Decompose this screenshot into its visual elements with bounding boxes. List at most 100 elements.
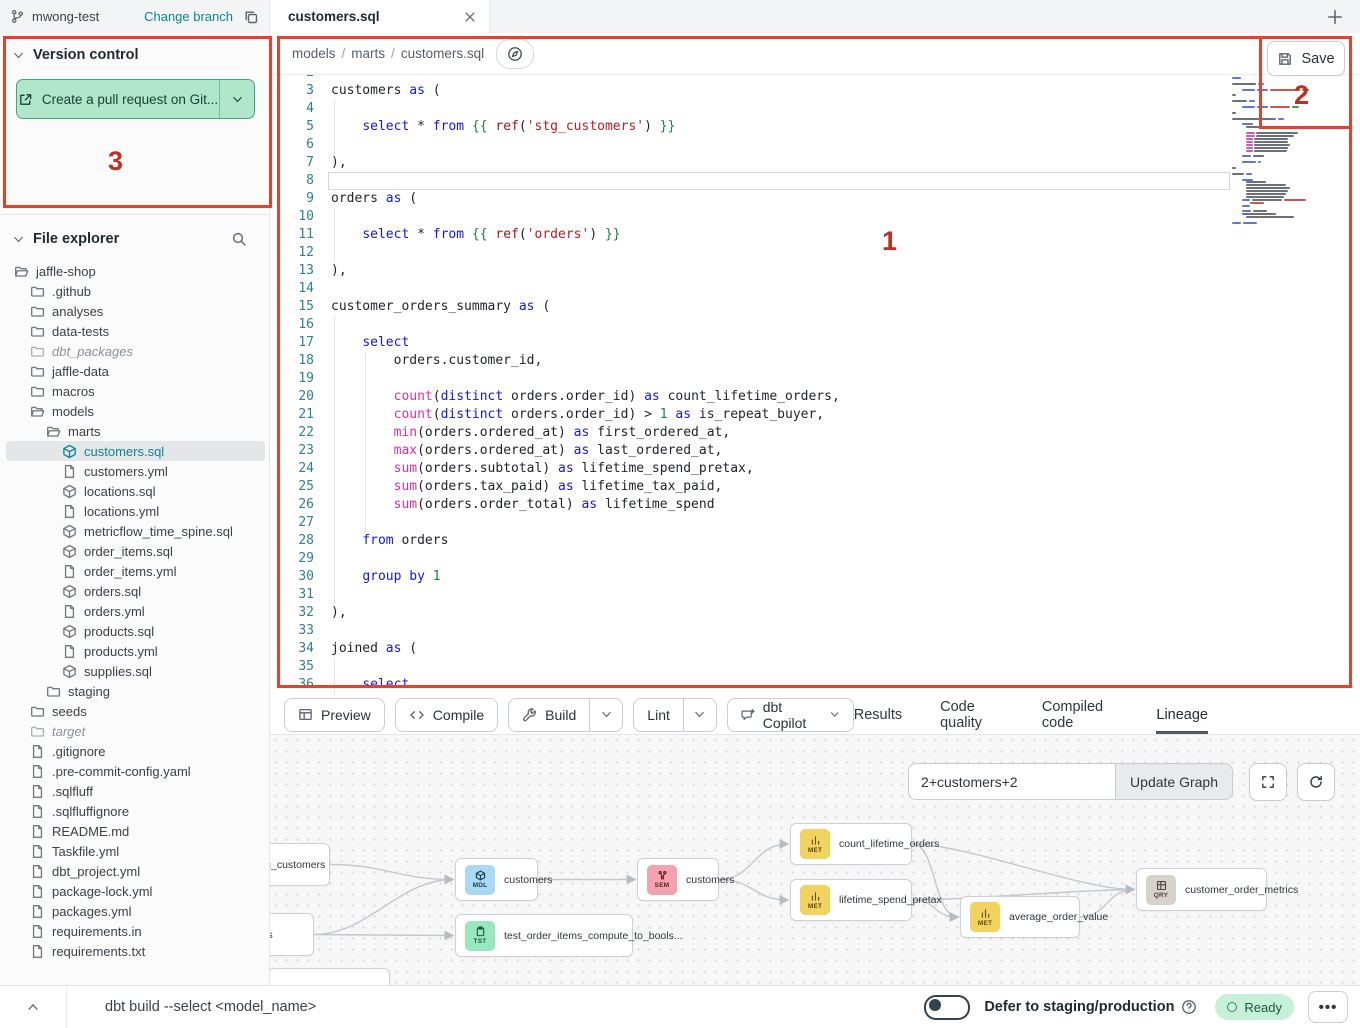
lineage-node-lifetime_spend_pretax[interactable]: METlifetime_spend_pretax (790, 879, 912, 921)
tree-item-staging[interactable]: staging (6, 681, 265, 701)
tree-item-customers.sql[interactable]: customers.sql (6, 441, 265, 461)
fullscreen-button[interactable] (1249, 763, 1287, 801)
update-graph-button[interactable]: Update Graph (1115, 763, 1233, 800)
tree-item-.github[interactable]: .github (6, 281, 265, 301)
tree-item-supplies.sql[interactable]: supplies.sql (6, 661, 265, 681)
tab-customers-sql[interactable]: customers.sql (270, 0, 490, 33)
compile-button[interactable]: Compile (395, 698, 498, 732)
lineage-node-partial_node[interactable] (270, 968, 390, 985)
file-explorer-header[interactable]: File explorer (0, 215, 269, 257)
tree-item-dbt_project.yml[interactable]: dbt_project.yml (6, 861, 265, 881)
more-options-button[interactable]: ••• (1308, 991, 1348, 1023)
help-icon[interactable] (1181, 999, 1197, 1015)
tree-item-packages.yml[interactable]: packages.yml (6, 901, 265, 921)
lineage-node-average_order_value[interactable]: METaverage_order_value (960, 896, 1080, 938)
lineage-node-stg_customers[interactable]: MDLstg_customers (270, 843, 330, 886)
tab-results[interactable]: Results (854, 695, 902, 734)
chevron-down-icon (829, 708, 840, 721)
copy-icon[interactable] (243, 9, 259, 25)
chevron-down-icon (12, 233, 25, 246)
tree-item-order_items.yml[interactable]: order_items.yml (6, 561, 265, 581)
tree-item-customers.yml[interactable]: customers.yml (6, 461, 265, 481)
fullscreen-icon (1260, 774, 1276, 790)
lint-button[interactable]: Lint (633, 698, 717, 732)
tree-item-jaffle-data[interactable]: jaffle-data (6, 361, 265, 381)
preview-button[interactable]: Preview (284, 698, 385, 732)
docs-compass-button[interactable] (496, 39, 534, 69)
tree-item-jaffle-shop[interactable]: jaffle-shop (6, 261, 265, 281)
build-button[interactable]: Build (508, 698, 623, 732)
version-control-header[interactable]: Version control (0, 33, 269, 73)
tree-item-requirements.in[interactable]: requirements.in (6, 921, 265, 941)
tree-item-products.yml[interactable]: products.yml (6, 641, 265, 661)
build-dropdown[interactable] (589, 699, 622, 731)
code-line-23: 23 max(orders.ordered_at) as last_ordere… (270, 442, 1360, 460)
code-line-3: 3customers as ( (270, 82, 1360, 100)
file-icon (30, 824, 45, 839)
tree-item-.sqlfluffignore[interactable]: .sqlfluffignore (6, 801, 265, 821)
new-tab-plus-icon[interactable] (1326, 8, 1344, 26)
tree-item-target[interactable]: target (6, 721, 265, 741)
tree-item-analyses[interactable]: analyses (6, 301, 265, 321)
tab-compiled-code[interactable]: Compiled code (1042, 695, 1119, 734)
save-button[interactable]: Save (1267, 41, 1345, 76)
breadcrumb-item[interactable]: customers.sql (401, 46, 484, 61)
breadcrumb-item[interactable]: marts (351, 46, 385, 61)
search-icon[interactable] (231, 231, 247, 247)
minimap[interactable] (1232, 75, 1322, 315)
lineage-panel[interactable]: MDLstg_customersMDLordersMDLcustomersSEM… (270, 735, 1360, 985)
lineage-node-customer_order_metrics[interactable]: QRYcustomer_order_metrics (1136, 868, 1267, 911)
node-label: customers (686, 874, 734, 886)
tree-item-seeds[interactable]: seeds (6, 701, 265, 721)
create-pr-button[interactable]: Create a pull request on Git... (16, 79, 255, 119)
node-badge-mdl-icon: MDL (465, 865, 495, 895)
lineage-selector-input[interactable] (908, 763, 1115, 800)
tree-item-.gitignore[interactable]: .gitignore (6, 741, 265, 761)
tab-code-quality[interactable]: Code quality (940, 695, 1004, 734)
tree-item-data-tests[interactable]: data-tests (6, 321, 265, 341)
tree-item-orders.yml[interactable]: orders.yml (6, 601, 265, 621)
tree-item-README.md[interactable]: README.md (6, 821, 265, 841)
tree-item-macros[interactable]: macros (6, 381, 265, 401)
code-line-18: 18 orders.customer_id, (270, 352, 1360, 370)
tree-item-requirements.txt[interactable]: requirements.txt (6, 941, 265, 961)
lint-dropdown[interactable] (683, 699, 716, 731)
lineage-node-customers_sem[interactable]: SEMcustomers (637, 858, 719, 901)
tree-item-package-lock.yml[interactable]: package-lock.yml (6, 881, 265, 901)
tree-item-models[interactable]: models (6, 401, 265, 421)
tree-item-Taskfile.yml[interactable]: Taskfile.yml (6, 841, 265, 861)
close-icon[interactable] (463, 10, 477, 24)
tree-item-products.sql[interactable]: products.sql (6, 621, 265, 641)
editor-toolbar: Preview Compile Build Lint dbt Copilot R… (270, 695, 1360, 735)
code-line-24: 24 sum(orders.subtotal) as lifetime_spen… (270, 460, 1360, 478)
code-line-21: 21 count(distinct orders.order_id) > 1 a… (270, 406, 1360, 424)
code-editor[interactable]: 23customers as (45 select * from {{ ref(… (270, 75, 1360, 695)
change-branch-link[interactable]: Change branch (144, 9, 233, 24)
create-pr-dropdown[interactable] (219, 80, 254, 118)
tree-item-.pre-commit-config.yaml[interactable]: .pre-commit-config.yaml (6, 761, 265, 781)
tree-item-.sqlfluff[interactable]: .sqlfluff (6, 781, 265, 801)
defer-toggle[interactable] (924, 995, 970, 1020)
node-label: average_order_value (1009, 911, 1108, 923)
node-badge-tst-icon: TST (465, 921, 495, 951)
lineage-node-count_lifetime_orders[interactable]: METcount_lifetime_orders (790, 823, 912, 865)
tab-lineage[interactable]: Lineage (1156, 695, 1208, 734)
tree-item-marts[interactable]: marts (6, 421, 265, 441)
lineage-node-orders[interactable]: MDLorders (270, 913, 314, 956)
lineage-node-customers_mdl[interactable]: MDLcustomers (455, 858, 538, 901)
tree-item-locations.sql[interactable]: locations.sql (6, 481, 265, 501)
tree-item-dbt_packages[interactable]: dbt_packages (6, 341, 265, 361)
tree-item-label: staging (68, 684, 110, 699)
lineage-node-test_order_items[interactable]: TSTtest_order_items_compute_to_bools... (455, 914, 633, 957)
node-label: count_lifetime_orders (839, 838, 939, 850)
breadcrumb-item[interactable]: models (292, 46, 336, 61)
dbt-copilot-button[interactable]: dbt Copilot (727, 698, 854, 732)
refresh-button[interactable] (1297, 763, 1335, 801)
tree-item-locations.yml[interactable]: locations.yml (6, 501, 265, 521)
chevron-up-icon[interactable] (26, 1000, 40, 1014)
tree-item-metricflow_time_spine.sql[interactable]: metricflow_time_spine.sql (6, 521, 265, 541)
tree-item-order_items.sql[interactable]: order_items.sql (6, 541, 265, 561)
tree-item-label: marts (68, 424, 101, 439)
tree-item-orders.sql[interactable]: orders.sql (6, 581, 265, 601)
code-line-15: 15customer_orders_summary as ( (270, 298, 1360, 316)
